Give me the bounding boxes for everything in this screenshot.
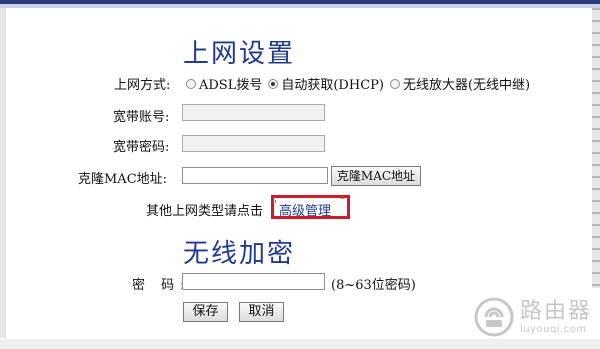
broadband-account-label: 宽带账号: [113,110,170,125]
window-top-border-light [0,4,600,8]
scroll-ticks [592,8,600,288]
radio-dhcp[interactable] [268,78,279,89]
wan-mode-label: 上网方式: [114,78,171,93]
watermark-en: luyouqi.com [519,323,587,335]
advanced-management-link[interactable]: 高级管理 [279,200,331,219]
save-button[interactable]: 保存 [183,302,228,322]
wireless-password-input[interactable] [182,273,325,290]
radio-label-dhcp: 自动获取(DHCP) [281,78,384,93]
broadband-password-input[interactable] [182,135,325,152]
radio-adsl[interactable] [186,78,196,89]
watermark-text: 路由器 luyouqi.com [519,298,592,335]
clone-mac-label: 克隆MAC地址: [78,172,168,187]
window-right-scroll-edge [592,8,600,288]
radio-option-adsl[interactable]: ADSL拨号 [186,74,262,93]
watermark: 路由器 luyouqi.com [474,297,592,337]
radio-label-repeater: 无线放大器(无线中继) [402,78,531,93]
advanced-quote-close: " [340,194,346,207]
window-left-edge [0,8,6,338]
radio-repeater[interactable] [389,78,400,89]
advanced-prompt-text: 其他上网类型请点击 [146,204,264,219]
broadband-account-input[interactable] [182,104,325,121]
radio-label-adsl: ADSL拨号 [199,78,263,93]
radio-option-dhcp[interactable]: 自动获取(DHCP) [268,74,384,93]
advanced-quote-open: " [272,198,278,211]
clone-mac-button[interactable]: 克隆MAC地址 [331,166,421,186]
wan-mode-radio-group: ADSL拨号 自动获取(DHCP) 无线放大器(无线中继) [186,74,536,93]
watermark-cn: 路由器 [519,298,592,324]
wireless-password-hint: (8~63位密码) [331,278,416,293]
section-title-wireless: 无线加密 [183,239,296,269]
window-bottom-edge [0,339,600,349]
clone-mac-input[interactable] [182,167,328,184]
radio-option-repeater[interactable]: 无线放大器(无线中继) [389,74,531,93]
broadband-password-label: 宽带密码: [113,140,170,155]
cancel-button[interactable]: 取消 [239,302,284,322]
router-logo-icon [474,297,514,337]
section-title-internet: 上网设置 [183,39,296,69]
